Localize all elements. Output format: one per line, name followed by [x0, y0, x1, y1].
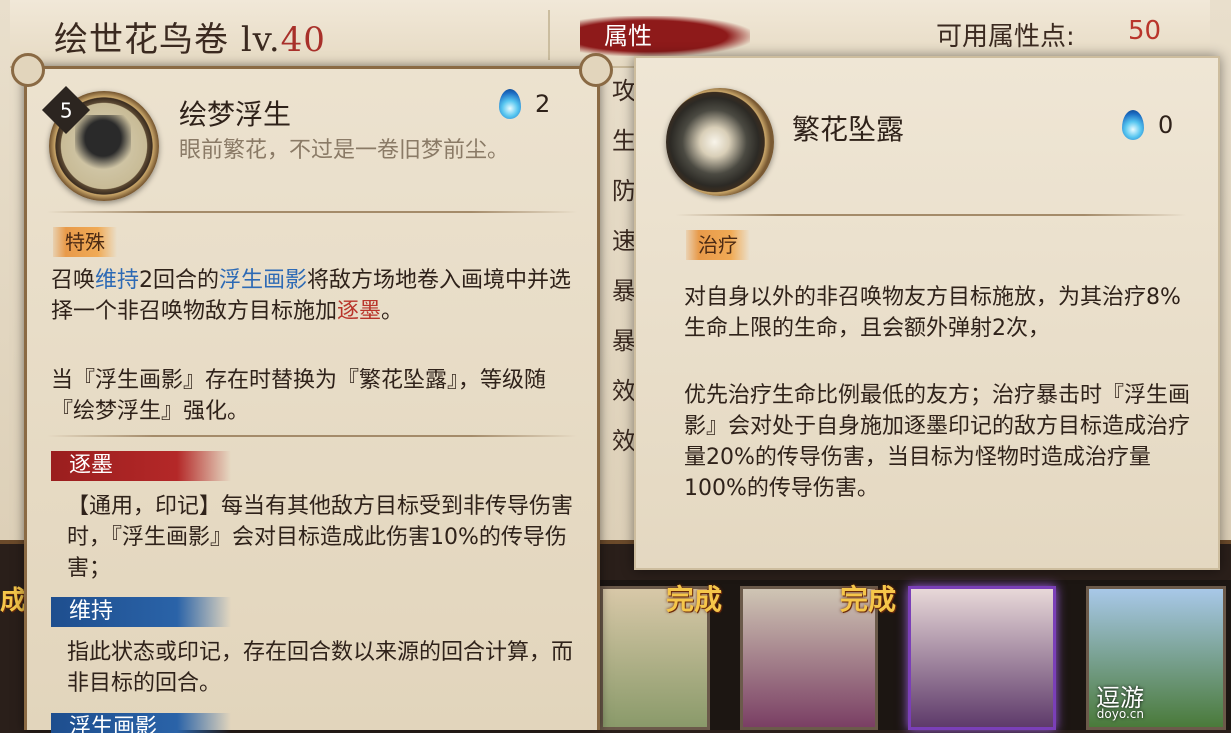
- onibi-icon: [499, 89, 521, 119]
- done-badge: 完成: [666, 583, 723, 616]
- divider: [47, 211, 577, 213]
- site-watermark: 逗游 doyo.cn: [1096, 684, 1144, 721]
- shikigami-card-selected[interactable]: [908, 586, 1056, 730]
- effect-text-zhumo: 【通用，印记】每当有其他敌方目标受到非传导伤害时，『浮生画影』会对目标造成此伤害…: [67, 494, 574, 581]
- skill-tag: 特殊: [53, 227, 117, 257]
- skill-crit-text: 优先治疗生命比例最低的友方；治疗暴击时『浮生画影』会对处于自身施加逐墨印记的敌方…: [684, 383, 1191, 501]
- skill-name: 繁花坠露: [792, 113, 905, 146]
- cost-value: 0: [1158, 111, 1174, 139]
- ink-tree-icon: [75, 115, 131, 173]
- skill-description: 眼前繁花，不过是一卷旧梦前尘。: [179, 138, 510, 163]
- skill-tooltip-sub: 繁花坠露 0 治疗 对自身以外的非召唤物友方目标施放，为其治疗8%生命上限的生命…: [634, 56, 1220, 570]
- skill-effect-text: 召唤维持2回合的浮生画影将敌方场地卷入画境中并选择一个非召唤物敌方目标施加逐墨。: [51, 268, 572, 324]
- tab-attributes[interactable]: 属性: [580, 16, 750, 56]
- effect-title-zhumo: 逐墨: [51, 451, 231, 481]
- skill-cost: 0: [1122, 110, 1173, 140]
- skill-replace-text: 当『浮生画影』存在时替换为『繁花坠露』，等级随『绘梦浮生』强化。: [51, 368, 547, 424]
- done-badge: 完成: [840, 583, 897, 616]
- skill-cost: 2: [499, 89, 550, 129]
- skill-effect-text: 对自身以外的非召唤物友方目标施放，为其治疗8%生命上限的生命，且会额外弹射2次，: [684, 285, 1181, 341]
- effect-title-summon: 浮生画影: [51, 713, 231, 733]
- skill-tooltip-main: 5 绘梦浮生 2 眼前繁花，不过是一卷旧梦前尘。 特殊 召唤维持2回合的浮生画影…: [11, 53, 613, 733]
- cost-value: 2: [535, 90, 551, 118]
- divider: [676, 214, 1186, 216]
- effect-text-maintain: 指此状态或印记，存在回合数以来源的回合计算，而非目标的回合。: [67, 640, 574, 696]
- onibi-icon: [1122, 110, 1144, 140]
- level-value: 40: [280, 20, 326, 60]
- done-badge-partial: 成: [0, 586, 24, 616]
- divider: [47, 435, 577, 437]
- header-divider: [548, 10, 550, 60]
- points-label: 可用属性点:: [936, 22, 1075, 52]
- points-value: 50: [1128, 16, 1162, 46]
- skill-name: 绘梦浮生: [179, 98, 292, 131]
- plum-blossom-icon: [666, 88, 774, 196]
- skill-tag: 治疗: [686, 230, 750, 260]
- corner-ornament: [11, 53, 45, 87]
- page-title: 绘世花鸟卷 lv.40: [54, 20, 326, 60]
- corner-ornament: [579, 53, 613, 87]
- effect-title-maintain: 维持: [51, 597, 231, 627]
